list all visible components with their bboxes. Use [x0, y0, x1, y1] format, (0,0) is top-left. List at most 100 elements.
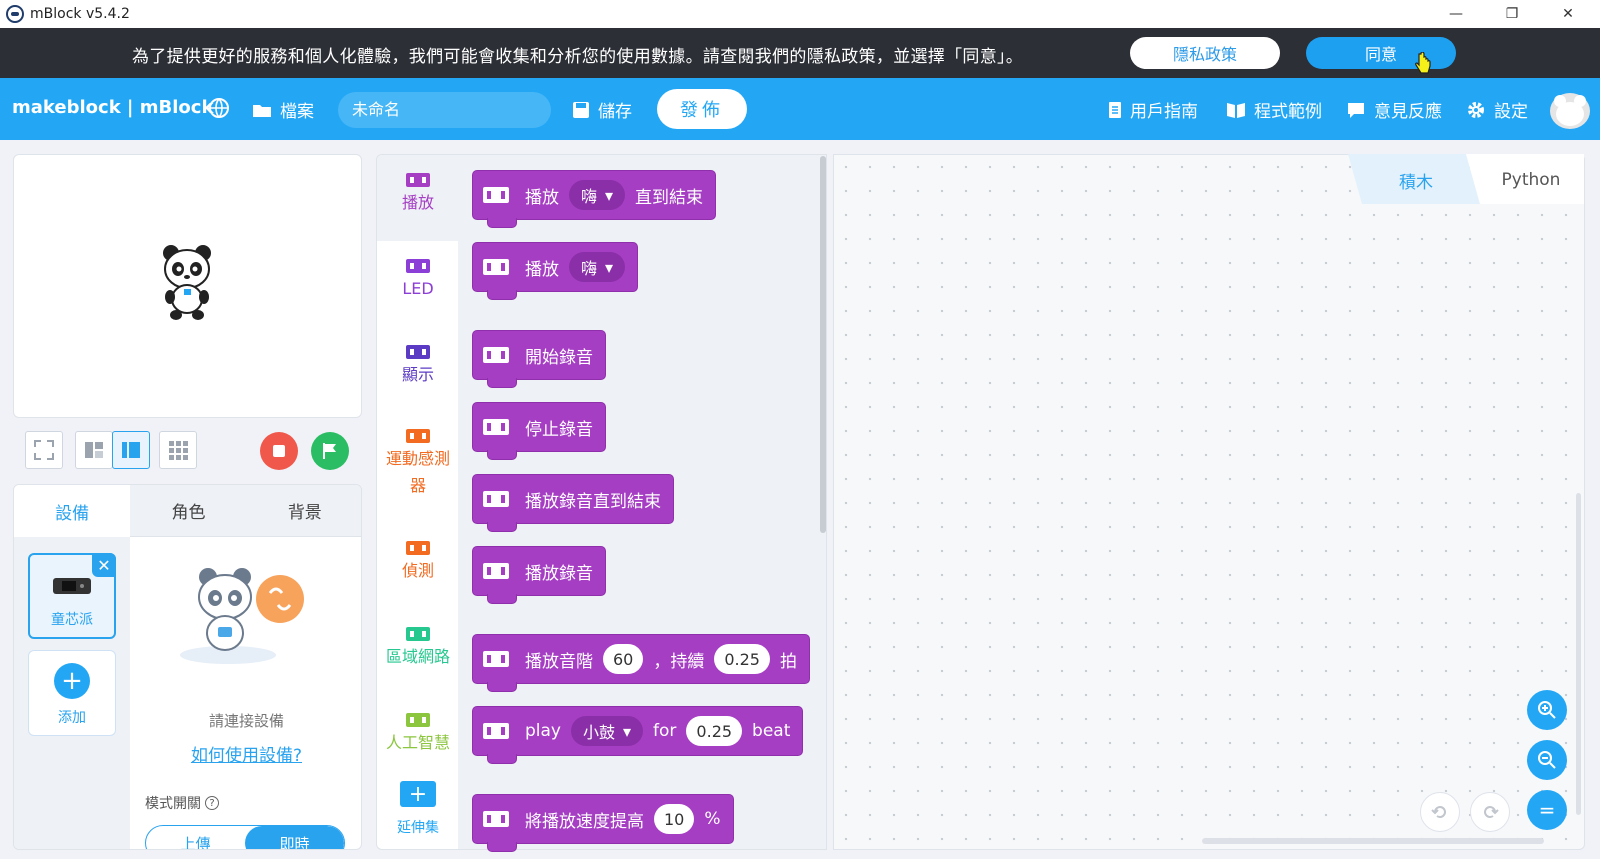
window-title: mBlock v5.4.2	[30, 6, 130, 22]
privacy-consent-banner: 為了提供更好的服務和個人化體驗，我們可能會收集和分析您的使用數據。請查閱我們的隱…	[0, 28, 1600, 78]
block-play-sound[interactable]: 播放 嗨 ▾	[472, 242, 639, 300]
category-label: 區域網路	[385, 647, 450, 666]
tab-backgrounds[interactable]: 背景	[246, 485, 361, 537]
mode-live-option[interactable]: 即時	[245, 826, 344, 849]
category-audio[interactable]: 播放	[377, 155, 458, 241]
user-avatar[interactable]	[1550, 93, 1590, 129]
category-extensions[interactable]: + 延伸集	[377, 775, 458, 849]
mode-upload-option[interactable]: 上傳	[146, 826, 245, 850]
block-play-drum[interactable]: play 小鼓 ▾ for 0.25 beat	[472, 706, 804, 764]
cyberpi-block-icon	[483, 723, 509, 739]
category-sensing[interactable]: 偵測	[377, 523, 458, 607]
canvas-horizontal-scrollbar[interactable]	[1202, 838, 1544, 844]
plus-icon: +	[54, 663, 90, 699]
stage-preview[interactable]	[13, 154, 362, 418]
add-device-button[interactable]: + 添加	[28, 650, 116, 736]
block-text: 播放音階	[525, 651, 593, 672]
block-start-recording[interactable]: 開始錄音	[472, 330, 606, 388]
remove-device-icon[interactable]: ✕	[92, 553, 116, 577]
settings-label: 設定	[1494, 102, 1528, 122]
drum-dropdown[interactable]: 小鼓 ▾	[571, 716, 644, 746]
category-ai[interactable]: 人工智慧	[377, 693, 458, 765]
minimize-button[interactable]: —	[1428, 0, 1484, 28]
green-flag-button[interactable]	[311, 432, 349, 470]
audio-category-icon	[406, 173, 430, 187]
zoom-out-button[interactable]	[1527, 740, 1567, 780]
close-window-button[interactable]: ✕	[1540, 0, 1596, 28]
block-play-recording[interactable]: 播放錄音	[472, 546, 606, 604]
cyberpi-block-icon	[483, 187, 509, 203]
normal-stage-icon	[122, 442, 140, 458]
user-guide-button[interactable]: 用戶指南	[1108, 97, 1198, 122]
fullscreen-icon	[34, 440, 54, 460]
category-display[interactable]: 顯示	[377, 327, 458, 413]
fullscreen-button[interactable]	[25, 431, 63, 469]
speed-input[interactable]: 10	[654, 804, 695, 834]
code-view-tabs: 積木 Python	[1348, 154, 1584, 206]
file-menu-label: 檔案	[280, 102, 314, 122]
language-button[interactable]	[208, 97, 230, 119]
tab-blocks[interactable]: 積木	[1366, 154, 1466, 206]
panda-avatar-icon	[1554, 95, 1586, 126]
device-card-cyberpi[interactable]: ✕ 童芯派	[28, 553, 116, 639]
redo-icon	[1484, 806, 1499, 818]
dropdown-arrow-icon: ▾	[605, 185, 614, 205]
note-input[interactable]: 60	[603, 644, 644, 674]
cyberpi-block-icon	[483, 491, 509, 507]
file-menu[interactable]: 檔案	[252, 97, 314, 122]
dropdown-value: 嗨	[581, 187, 598, 206]
grid-view-button[interactable]	[159, 431, 197, 469]
category-lan[interactable]: 區域網路	[377, 607, 458, 693]
document-icon	[1109, 101, 1121, 118]
project-name-input[interactable]: 未命名	[338, 92, 551, 128]
block-play-recording-until-done[interactable]: 播放錄音直到結束	[472, 474, 674, 532]
settings-button[interactable]: 設定	[1466, 97, 1528, 122]
mode-switch-text: 模式開關	[145, 796, 201, 812]
small-stage-button[interactable]	[75, 431, 113, 469]
lan-category-icon	[406, 627, 430, 641]
publish-button[interactable]: 發佈	[657, 89, 747, 129]
script-canvas[interactable]	[833, 154, 1585, 850]
block-text: beat	[752, 721, 791, 741]
restore-button[interactable]: ❐	[1484, 0, 1540, 28]
block-play-note[interactable]: 播放音階 60 ，持續 0.25 拍	[472, 634, 810, 692]
sound-dropdown[interactable]: 嗨 ▾	[569, 180, 626, 210]
zoom-in-button[interactable]	[1527, 690, 1567, 730]
feedback-button[interactable]: 意見反應	[1346, 97, 1442, 122]
save-button[interactable]: 儲存	[572, 97, 632, 122]
privacy-policy-button[interactable]: 隱私政策	[1130, 37, 1280, 69]
tab-python[interactable]: Python	[1478, 154, 1584, 206]
category-label: 播放	[401, 193, 434, 212]
dropdown-arrow-icon: ▾	[605, 257, 614, 277]
examples-button[interactable]: 程式範例	[1226, 97, 1322, 122]
help-icon[interactable]: ?	[205, 796, 219, 810]
mode-toggle[interactable]: 上傳 即時	[145, 825, 345, 850]
agree-button[interactable]: 同意	[1306, 37, 1456, 69]
normal-stage-button[interactable]	[112, 431, 150, 469]
how-to-use-device-link[interactable]: 如何使用設備?	[130, 741, 361, 766]
tab-sprites[interactable]: 角色	[130, 485, 247, 537]
canvas-vertical-scrollbar[interactable]	[1576, 493, 1581, 815]
window-titlebar: mBlock v5.4.2 — ❐ ✕	[0, 0, 1600, 28]
redo-button[interactable]	[1470, 792, 1510, 832]
undo-button[interactable]	[1420, 792, 1460, 832]
stop-button[interactable]	[260, 432, 298, 470]
block-increase-speed[interactable]: 將播放速度提高 10 %	[472, 794, 734, 852]
sound-dropdown[interactable]: 嗨 ▾	[569, 252, 626, 282]
block-stop-recording[interactable]: 停止錄音	[472, 402, 606, 460]
category-label: 顯示	[401, 365, 434, 384]
zoom-reset-button[interactable]: =	[1527, 790, 1567, 830]
category-led[interactable]: LED	[377, 241, 458, 327]
dropdown-arrow-icon: ▾	[623, 721, 632, 741]
block-play-until-done[interactable]: 播放 嗨 ▾ 直到結束	[472, 170, 717, 228]
flag-icon	[323, 443, 336, 459]
cyberpi-block-icon	[483, 651, 509, 667]
category-label: LED	[402, 279, 434, 298]
tab-devices[interactable]: 設備	[14, 485, 131, 537]
beats-input[interactable]: 0.25	[714, 644, 770, 674]
palette-scrollbar[interactable]	[820, 156, 826, 533]
category-motion-sensor[interactable]: 運動感測器	[377, 413, 458, 523]
beats-input[interactable]: 0.25	[686, 716, 743, 746]
category-label: 人工智慧	[385, 733, 450, 752]
device-panel: 設備 角色 背景 ✕ 童芯派 + 添加 請連接設備 如何使用設備? 模式開關 ?…	[13, 484, 362, 850]
